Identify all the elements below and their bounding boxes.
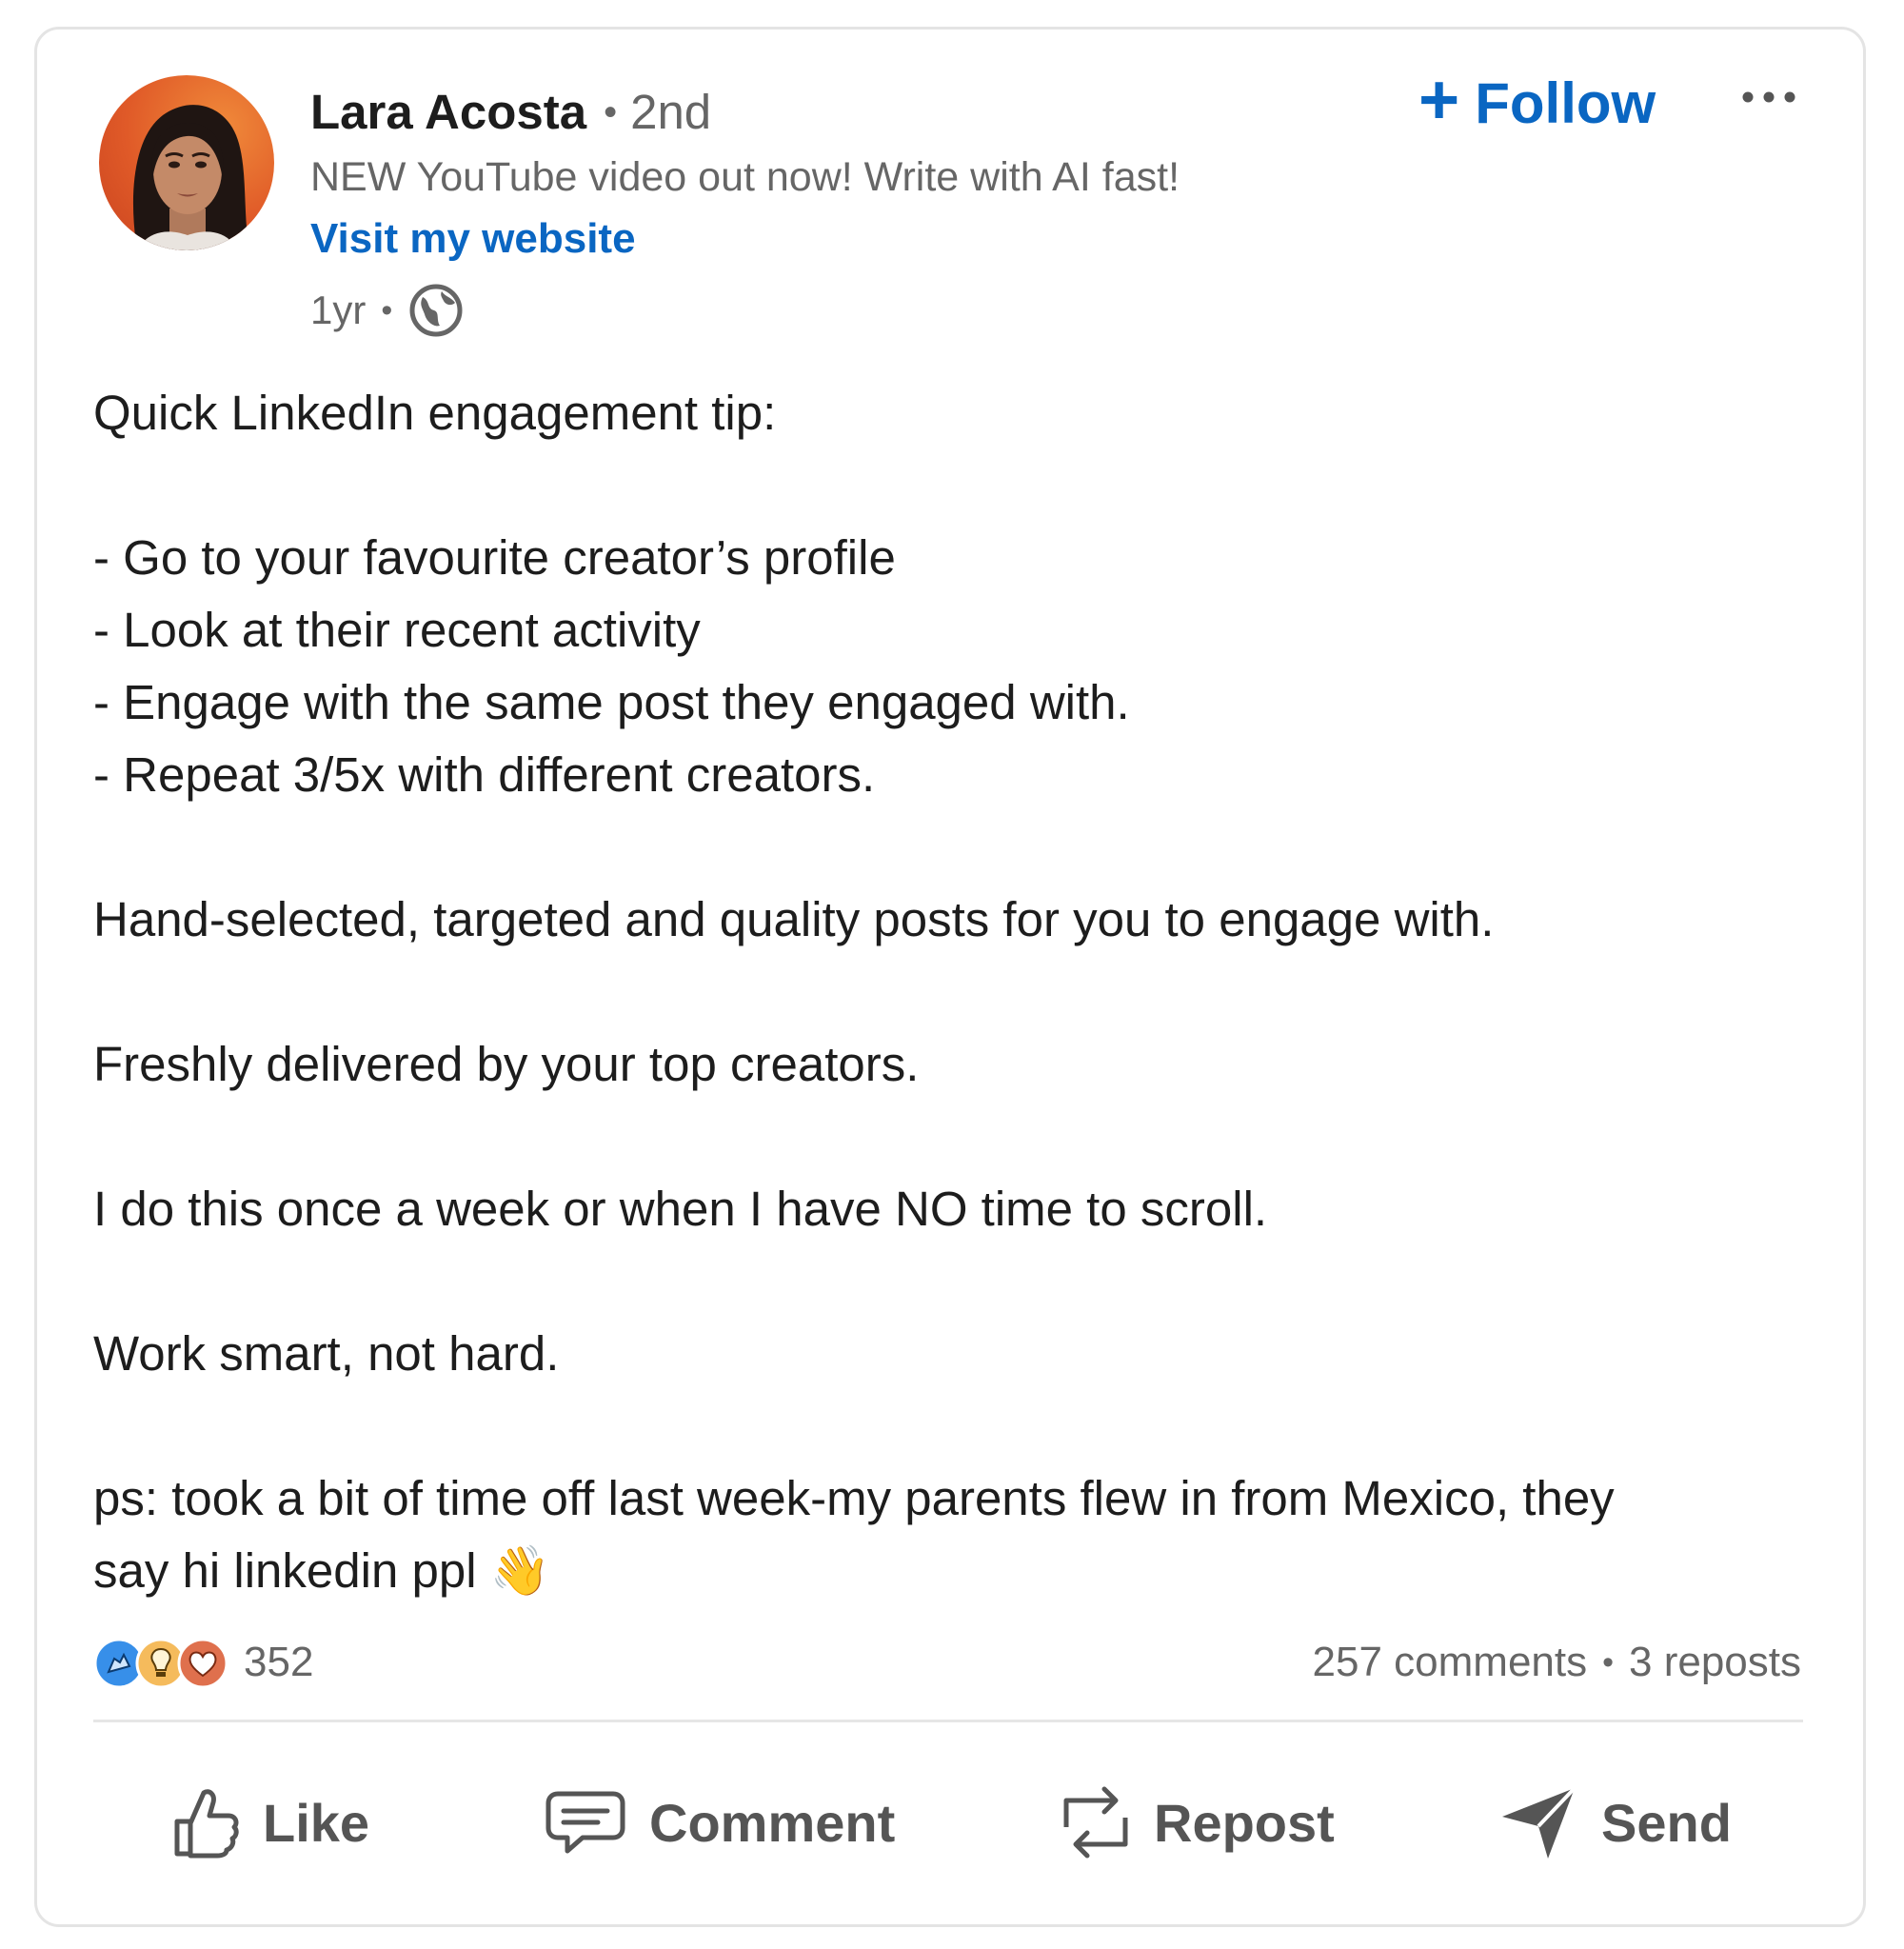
comment-icon xyxy=(545,1791,625,1854)
post-line-gap xyxy=(93,1390,1826,1462)
post-time: 1yr xyxy=(310,288,367,332)
post-line-gap xyxy=(93,449,1826,522)
reaction-count[interactable]: 352 xyxy=(244,1639,313,1686)
send-button[interactable]: Send xyxy=(1498,1765,1732,1879)
post-line-gap xyxy=(93,956,1826,1028)
comment-button[interactable]: Comment xyxy=(545,1765,895,1879)
post-line-gap xyxy=(93,811,1826,884)
follow-label: Follow xyxy=(1475,70,1656,135)
visit-website-link[interactable]: Visit my website xyxy=(310,213,636,265)
post-line: say hi linkedin ppl 👋 xyxy=(93,1543,551,1598)
post-meta: 1yr • xyxy=(310,282,463,339)
like-label: Like xyxy=(263,1792,370,1853)
send-icon xyxy=(1502,1786,1577,1859)
connection-degree: 2nd xyxy=(630,85,712,139)
post-line-gap xyxy=(93,1101,1826,1173)
divider xyxy=(93,1720,1803,1722)
author-name[interactable]: Lara Acosta xyxy=(310,85,586,139)
post-stats: 257 comments • 3 reposts xyxy=(1313,1634,1801,1691)
post-line-gap xyxy=(93,1245,1826,1318)
like-button[interactable]: Like xyxy=(171,1765,369,1879)
love-icon xyxy=(177,1638,228,1689)
post-line: Work smart, not hard. xyxy=(93,1326,560,1381)
reaction-icons xyxy=(93,1634,232,1691)
separator-dot: • xyxy=(1602,1644,1615,1681)
separator-dot: • xyxy=(604,91,618,133)
more-options-icon[interactable] xyxy=(1738,76,1799,118)
like-icon xyxy=(174,1789,239,1859)
post-line: - Look at their recent activity xyxy=(93,603,701,657)
post-line: Freshly delivered by your top creators. xyxy=(93,1037,920,1091)
send-label: Send xyxy=(1601,1792,1732,1853)
avatar-portrait xyxy=(132,105,249,250)
comment-label: Comment xyxy=(649,1792,896,1853)
action-bar: Like Comment Repost Send xyxy=(93,1765,1803,1879)
separator-dot: • xyxy=(381,292,393,328)
repost-icon xyxy=(1063,1786,1128,1859)
author-headline: NEW YouTube video out now! Write with AI… xyxy=(310,154,1180,200)
repost-button[interactable]: Repost xyxy=(1061,1765,1335,1879)
post-body: Quick LinkedIn engagement tip: - Go to y… xyxy=(93,377,1826,1607)
plus-icon: + xyxy=(1418,60,1460,139)
avatar[interactable] xyxy=(99,75,274,250)
post-line: - Go to your favourite creator’s profile xyxy=(93,530,896,585)
post-line: Hand-selected, targeted and quality post… xyxy=(93,892,1495,946)
post-line: Quick LinkedIn engagement tip: xyxy=(93,386,777,440)
post-line: I do this once a week or when I have NO … xyxy=(93,1182,1268,1236)
reactions-summary[interactable]: 352 xyxy=(93,1634,313,1691)
globe-icon xyxy=(409,284,463,337)
reposts-count-link[interactable]: 3 reposts xyxy=(1629,1639,1801,1685)
comments-count-link[interactable]: 257 comments xyxy=(1313,1639,1588,1685)
post-line: ps: took a bit of time off last week-my … xyxy=(93,1471,1615,1525)
post-line: - Repeat 3/5x with different creators. xyxy=(93,747,876,802)
follow-button[interactable]: + Follow xyxy=(1418,60,1656,139)
repost-label: Repost xyxy=(1154,1792,1335,1853)
author-line: Lara Acosta • 2nd xyxy=(310,84,711,145)
post-line: - Engage with the same post they engaged… xyxy=(93,675,1130,729)
